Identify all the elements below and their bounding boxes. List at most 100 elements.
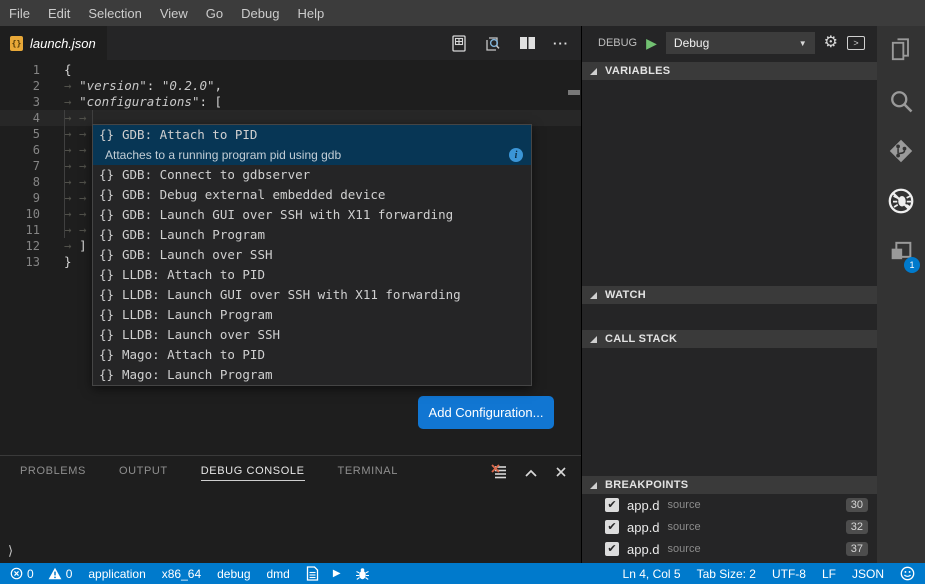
error-icon <box>10 567 23 580</box>
suggest-label: GDB: Launch Program <box>122 225 265 245</box>
suggest-item[interactable]: {}LLDB: Attach to PID <box>93 265 531 285</box>
suggest-item[interactable]: {}GDB: Connect to gdbserver <box>93 165 531 185</box>
bug-icon[interactable] <box>355 567 370 581</box>
code-line[interactable]: 1 { <box>0 62 581 78</box>
line-number[interactable]: 5 <box>0 126 40 142</box>
maximize-panel-icon[interactable] <box>524 465 538 483</box>
section-breakpoints[interactable]: BREAKPOINTS <box>582 476 877 494</box>
cursor-position[interactable]: Ln 4, Col 5 <box>623 567 681 581</box>
tab-problems[interactable]: PROBLEMS <box>20 465 86 481</box>
line-number[interactable]: 13 <box>0 254 40 270</box>
variables-body <box>582 80 877 286</box>
suggest-item[interactable]: {}GDB: Launch over SSH <box>93 245 531 265</box>
line-number[interactable]: 6 <box>0 142 40 158</box>
menu-view[interactable]: View <box>151 6 197 21</box>
status-arch[interactable]: x86_64 <box>162 567 201 581</box>
breakpoint-checkbox[interactable]: ✔ <box>605 520 619 534</box>
suggest-item[interactable]: {}GDB: Launch GUI over SSH with X11 forw… <box>93 205 531 225</box>
tab-output[interactable]: OUTPUT <box>119 465 168 481</box>
suggest-item[interactable]: {}GDB: Debug external embedded device <box>93 185 531 205</box>
status-build-type[interactable]: debug <box>217 567 250 581</box>
debug-config-select[interactable]: Debug ▼ <box>666 32 815 54</box>
breakpoint-line-badge: 32 <box>846 520 868 534</box>
line-number[interactable]: 3 <box>0 94 40 110</box>
code-line[interactable]: 3 → "configurations": [ <box>0 94 581 110</box>
line-number[interactable]: 11 <box>0 222 40 238</box>
breakpoint-checkbox[interactable]: ✔ <box>605 498 619 512</box>
eol-sequence[interactable]: LF <box>822 567 836 581</box>
status-application[interactable]: application <box>88 567 145 581</box>
line-number[interactable]: 10 <box>0 206 40 222</box>
close-panel-icon[interactable] <box>555 465 567 483</box>
more-actions-icon[interactable]: ··· <box>553 36 569 51</box>
run-project-icon[interactable]: ▶ <box>333 568 341 579</box>
suggest-widget: {} GDB: Attach to PID Attaches to a runn… <box>92 124 532 386</box>
extensions-icon[interactable]: 1 <box>877 226 925 276</box>
menu-selection[interactable]: Selection <box>79 6 150 21</box>
breakpoint-row[interactable]: ✔ app.d source 32 <box>582 516 877 538</box>
line-number[interactable]: 12 <box>0 238 40 254</box>
line-number[interactable]: 2 <box>0 78 40 94</box>
configure-gear-icon[interactable]: ⚙ <box>824 35 838 51</box>
menu-go[interactable]: Go <box>197 6 232 21</box>
project-file-icon[interactable] <box>306 566 319 581</box>
tab-launch-json[interactable]: {} launch.json <box>0 26 107 60</box>
explorer-icon[interactable] <box>877 26 925 76</box>
breakpoint-type: source <box>668 499 701 511</box>
suggest-item[interactable]: {}LLDB: Launch over SSH <box>93 325 531 345</box>
status-compiler[interactable]: dmd <box>267 567 290 581</box>
clear-console-icon[interactable] <box>491 464 507 484</box>
suggest-item[interactable]: {}Mago: Launch Program <box>93 365 531 385</box>
tab-terminal[interactable]: TERMINAL <box>338 465 398 481</box>
tab-label: launch.json <box>30 36 96 51</box>
tab-debug-console[interactable]: DEBUG CONSOLE <box>201 465 305 481</box>
code-line[interactable]: 2 → "version": "0.2.0", <box>0 78 581 94</box>
tab-size[interactable]: Tab Size: 2 <box>697 567 756 581</box>
feedback-smiley-icon[interactable] <box>900 566 915 581</box>
debug-icon[interactable] <box>877 176 925 226</box>
section-call-stack[interactable]: CALL STACK <box>582 330 877 348</box>
search-icon[interactable] <box>877 76 925 126</box>
menu-edit[interactable]: Edit <box>39 6 79 21</box>
code-editor[interactable]: 1 { 2 → "version": "0.2.0", 3 → "configu… <box>0 60 581 455</box>
document-grid-icon[interactable] <box>451 35 467 52</box>
tab-bar: {} launch.json ··· <box>0 26 581 60</box>
suggest-item-selected[interactable]: {} GDB: Attach to PID Attaches to a runn… <box>93 125 531 165</box>
twistie-icon <box>590 68 597 75</box>
breakpoint-checkbox[interactable]: ✔ <box>605 542 619 556</box>
debug-console-toggle-icon[interactable]: > <box>847 36 865 50</box>
source-control-icon[interactable] <box>877 126 925 176</box>
start-debug-icon[interactable]: ▶ <box>646 36 657 50</box>
suggest-label: Mago: Launch Program <box>122 365 273 385</box>
breakpoint-row[interactable]: ✔ app.d source 37 <box>582 538 877 560</box>
problems-status[interactable]: 0 0 <box>10 567 72 581</box>
menu-debug[interactable]: Debug <box>232 6 288 21</box>
breakpoint-row[interactable]: ✔ app.d source 30 <box>582 494 877 516</box>
suggest-item[interactable]: {}GDB: Launch Program <box>93 225 531 245</box>
snippet-kind-icon: {} <box>99 125 122 145</box>
suggest-item[interactable]: {}Mago: Attach to PID <box>93 345 531 365</box>
menu-file[interactable]: File <box>0 6 39 21</box>
line-number[interactable]: 7 <box>0 158 40 174</box>
language-mode[interactable]: JSON <box>852 567 884 581</box>
console-input-prompt[interactable]: ⟩ <box>8 543 13 559</box>
vscode-window: File Edit Selection View Go Debug Help {… <box>0 0 925 584</box>
debug-config-value: Debug <box>674 36 709 50</box>
section-watch[interactable]: WATCH <box>582 286 877 304</box>
suggest-label: LLDB: Attach to PID <box>122 265 265 285</box>
split-editor-icon[interactable] <box>519 36 536 50</box>
line-number[interactable]: 9 <box>0 190 40 206</box>
menu-help[interactable]: Help <box>288 6 333 21</box>
suggest-label: GDB: Attach to PID <box>122 125 257 145</box>
suggest-label: LLDB: Launch GUI over SSH with X11 forwa… <box>122 285 461 305</box>
encoding[interactable]: UTF-8 <box>772 567 806 581</box>
line-number[interactable]: 8 <box>0 174 40 190</box>
suggest-item[interactable]: {}LLDB: Launch Program <box>93 305 531 325</box>
line-number[interactable]: 4 <box>0 110 40 126</box>
add-configuration-button[interactable]: Add Configuration... <box>418 396 554 429</box>
preview-search-icon[interactable] <box>484 35 502 52</box>
info-icon[interactable]: i <box>509 148 523 162</box>
line-number[interactable]: 1 <box>0 62 40 78</box>
suggest-item[interactable]: {}LLDB: Launch GUI over SSH with X11 for… <box>93 285 531 305</box>
section-variables[interactable]: VARIABLES <box>582 62 877 80</box>
